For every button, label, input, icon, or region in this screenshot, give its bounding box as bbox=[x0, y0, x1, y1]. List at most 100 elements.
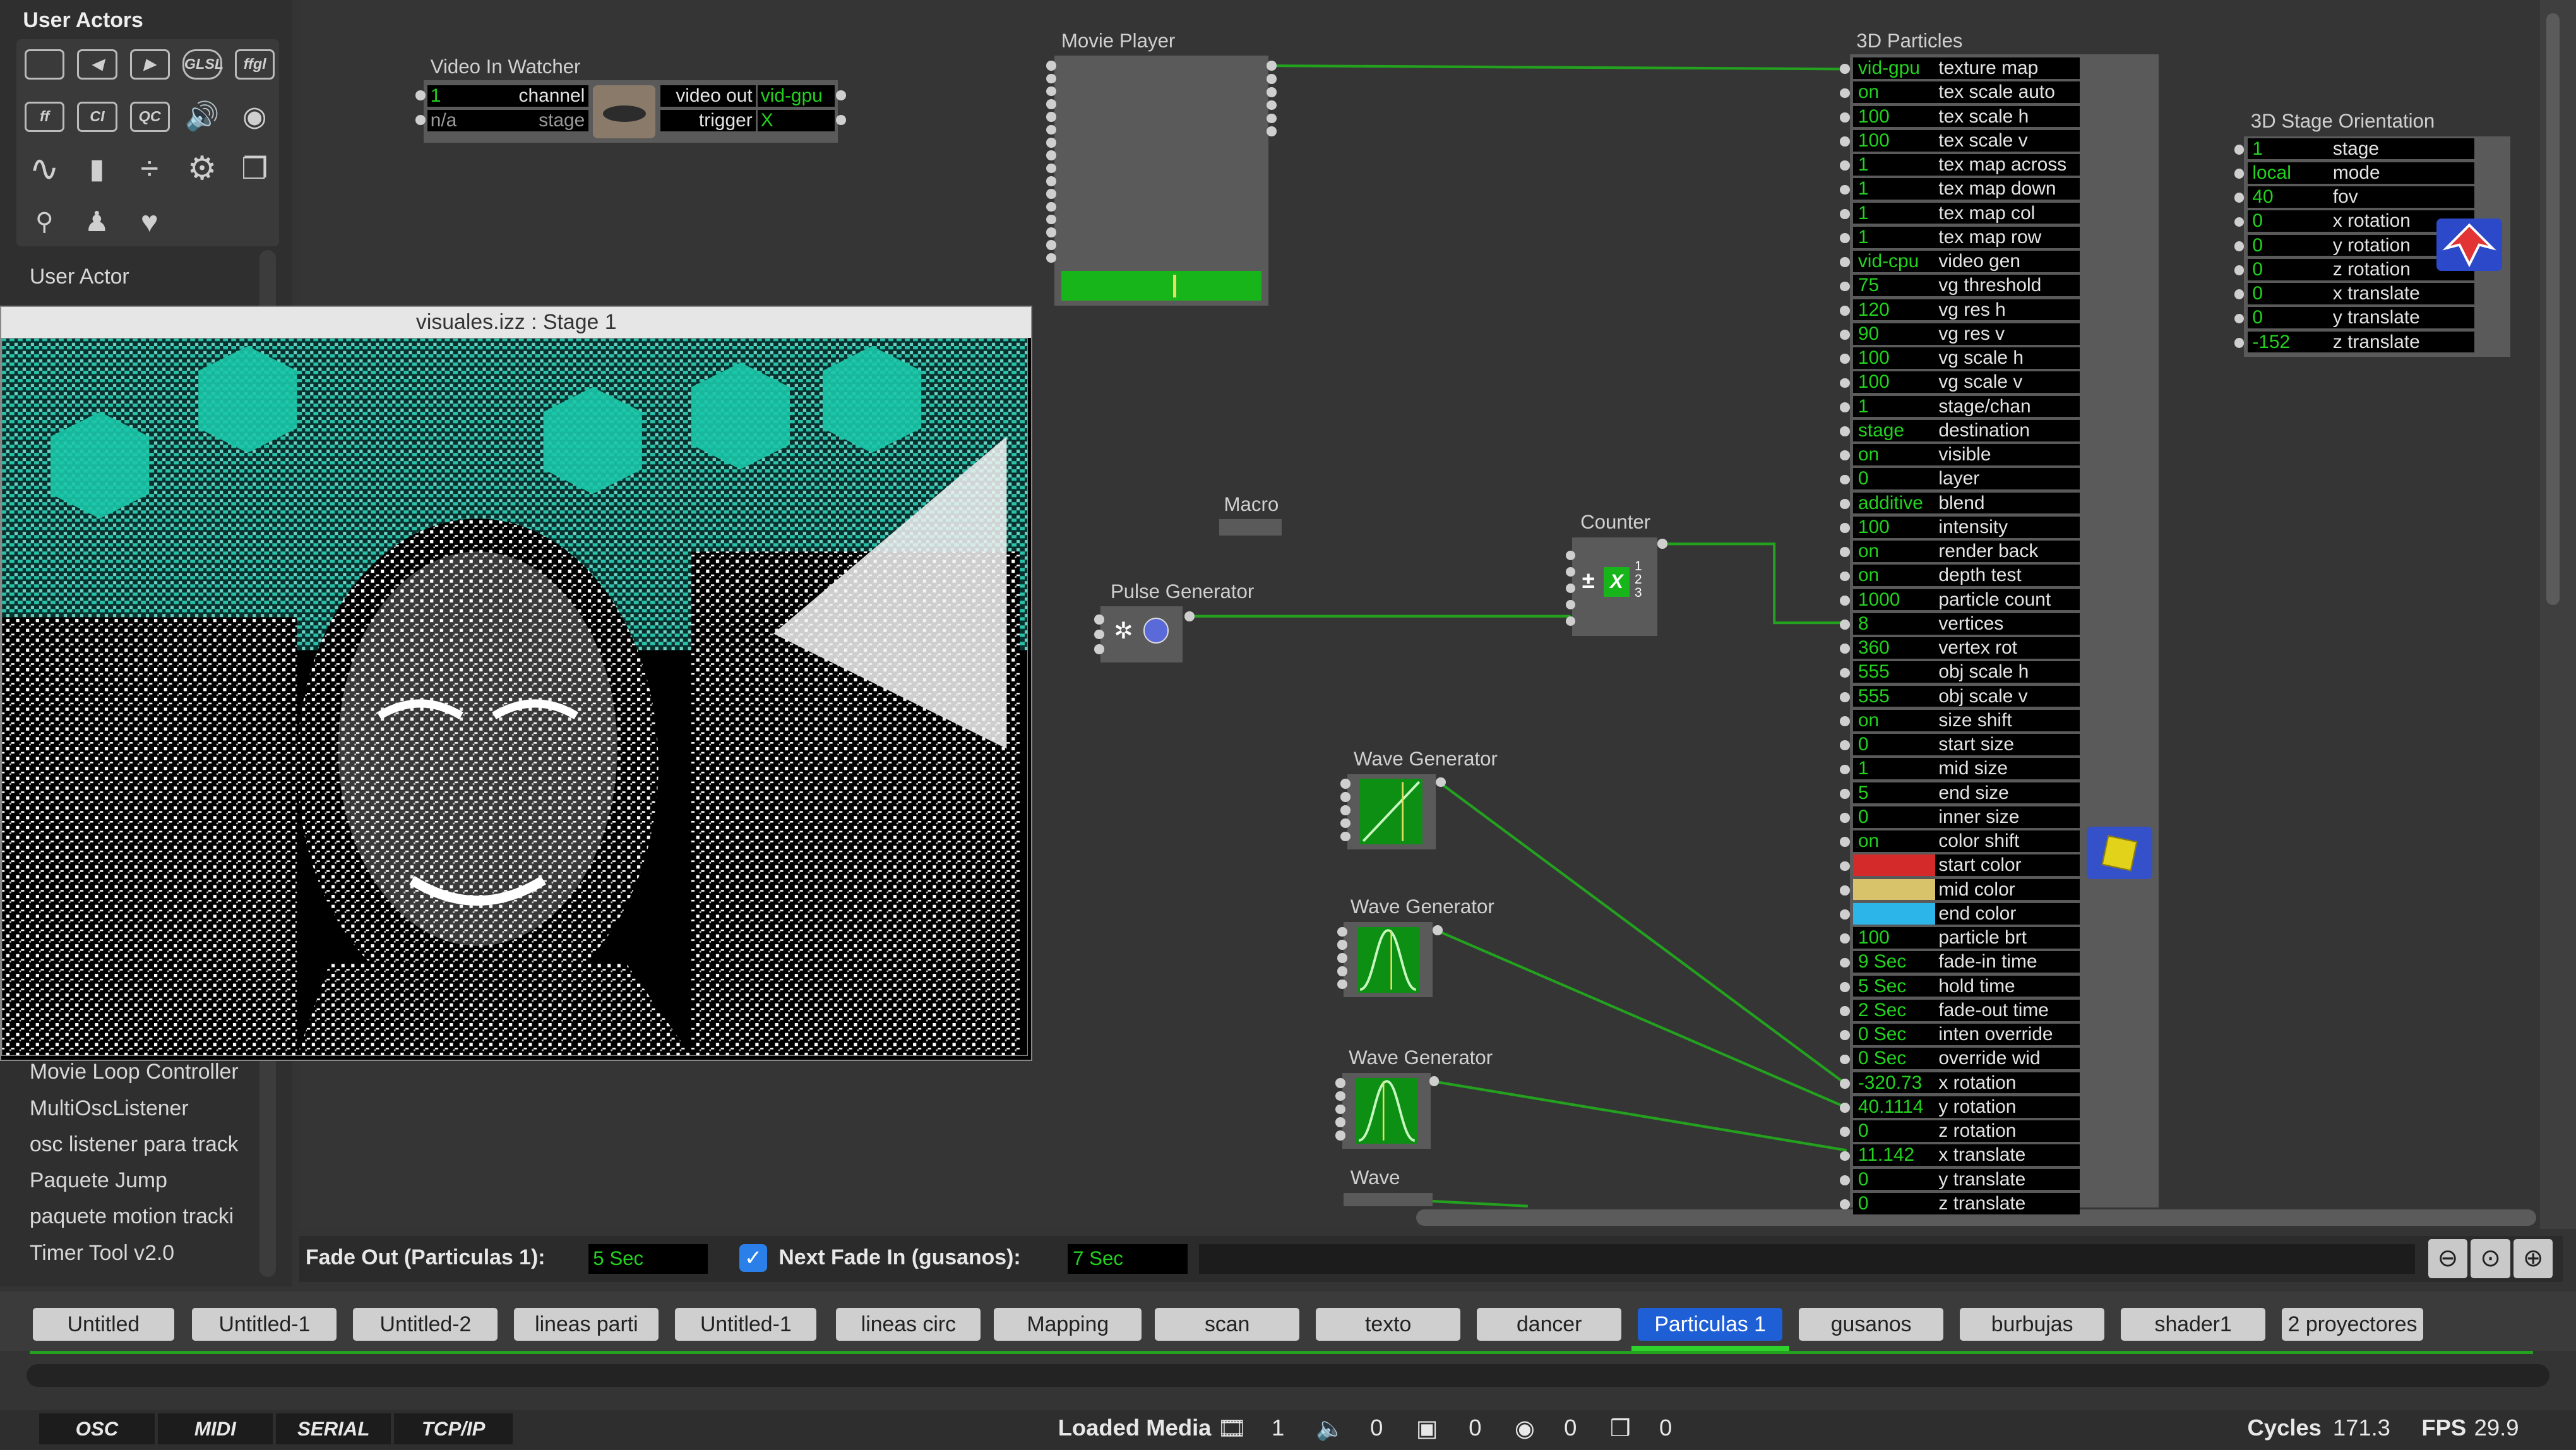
input-port[interactable] bbox=[1840, 136, 1850, 147]
orientation-param-value[interactable]: local bbox=[2247, 162, 2332, 184]
output-port[interactable] bbox=[1267, 100, 1277, 111]
input-port[interactable] bbox=[1046, 176, 1057, 186]
input-port[interactable] bbox=[1840, 571, 1850, 582]
orientation-param-value[interactable]: 0 bbox=[2247, 210, 2332, 232]
input-port[interactable] bbox=[1840, 208, 1850, 219]
input-port[interactable] bbox=[1840, 764, 1850, 775]
input-port[interactable] bbox=[1840, 1006, 1850, 1016]
library-item[interactable]: Timer Tool v2.0 bbox=[30, 1241, 174, 1266]
input-port[interactable] bbox=[1046, 150, 1057, 160]
input-port[interactable] bbox=[2234, 193, 2245, 203]
wave-generator-actor[interactable] bbox=[1347, 774, 1436, 850]
input-port[interactable] bbox=[1840, 305, 1850, 316]
input-port[interactable] bbox=[1335, 1077, 1346, 1088]
input-port[interactable] bbox=[1840, 426, 1850, 436]
scene-tab[interactable]: 2 proyectores bbox=[2282, 1308, 2423, 1341]
scene-tab[interactable]: scan bbox=[1155, 1308, 1300, 1341]
osc-button[interactable]: OSC bbox=[39, 1413, 155, 1445]
zoom-reset-icon[interactable]: ⊙ bbox=[2471, 1238, 2510, 1279]
particle-param-value[interactable]: on bbox=[1853, 565, 1937, 587]
output-port[interactable] bbox=[1267, 74, 1277, 84]
input-port[interactable] bbox=[1046, 189, 1057, 199]
input-port[interactable] bbox=[1840, 1127, 1850, 1137]
fade-out-value[interactable]: 5 Sec bbox=[588, 1243, 708, 1274]
zoom-out-icon[interactable]: ⊖ bbox=[2428, 1238, 2468, 1279]
input-port[interactable] bbox=[1094, 629, 1104, 640]
input-port[interactable] bbox=[1840, 1175, 1850, 1185]
scene-tab[interactable]: lineas circ bbox=[836, 1308, 981, 1341]
input-port[interactable] bbox=[1046, 73, 1057, 84]
input-port[interactable] bbox=[1340, 831, 1351, 842]
next-fade-checkbox[interactable]: ✓ bbox=[739, 1243, 768, 1272]
wave-generator-actor[interactable] bbox=[1344, 921, 1433, 998]
movie-position-bar[interactable] bbox=[1061, 271, 1262, 301]
input-port[interactable] bbox=[1840, 378, 1850, 388]
particle-param-value[interactable]: 100 bbox=[1853, 105, 1937, 128]
input-port[interactable] bbox=[1840, 813, 1850, 823]
input-port[interactable] bbox=[1340, 805, 1351, 815]
input-port[interactable] bbox=[1840, 620, 1850, 630]
particle-param-value[interactable]: 100 bbox=[1853, 371, 1937, 393]
input-port[interactable] bbox=[1340, 818, 1351, 829]
input-port[interactable] bbox=[1840, 402, 1850, 412]
input-port[interactable] bbox=[1337, 940, 1347, 950]
input-port[interactable] bbox=[2234, 144, 2245, 155]
input-port[interactable] bbox=[1046, 227, 1057, 237]
scene-tab[interactable]: Mapping bbox=[994, 1308, 1142, 1341]
particle-param-value[interactable]: 2 Sec bbox=[1853, 999, 1937, 1021]
particle-param-value[interactable]: 1 bbox=[1853, 395, 1937, 417]
input-port[interactable] bbox=[2234, 313, 2245, 324]
input-port[interactable] bbox=[1046, 138, 1057, 148]
macro-actor[interactable] bbox=[1219, 519, 1282, 536]
input-port[interactable] bbox=[1840, 957, 1850, 968]
particle-param-value[interactable]: 90 bbox=[1853, 323, 1937, 345]
particle-param-value[interactable]: 1 bbox=[1853, 202, 1937, 224]
input-port[interactable] bbox=[1840, 184, 1850, 195]
orientation-param-value[interactable]: 0 bbox=[2247, 283, 2332, 304]
input-port[interactable] bbox=[1840, 354, 1850, 364]
input-port[interactable] bbox=[1335, 1104, 1346, 1115]
output-port[interactable] bbox=[836, 115, 847, 125]
input-port[interactable] bbox=[1337, 966, 1347, 976]
orientation-param-value[interactable]: 0 bbox=[2247, 234, 2332, 256]
midi-button[interactable]: MIDI bbox=[157, 1413, 273, 1445]
input-port[interactable] bbox=[1046, 240, 1057, 251]
output-port[interactable] bbox=[1436, 777, 1446, 788]
particle-param-value[interactable]: on bbox=[1853, 830, 1937, 852]
particle-param-value[interactable]: -320.73 bbox=[1853, 1072, 1937, 1094]
orientation-param-value[interactable]: 0 bbox=[2247, 258, 2332, 280]
input-port[interactable] bbox=[2234, 337, 2245, 348]
particle-param-value[interactable]: 100 bbox=[1853, 129, 1937, 152]
particle-param-value[interactable]: on bbox=[1853, 81, 1937, 104]
input-port[interactable] bbox=[2234, 217, 2245, 227]
scene-tabs-scrollbar[interactable] bbox=[26, 1363, 2550, 1387]
orientation-param-value[interactable]: 1 bbox=[2247, 138, 2332, 160]
input-port[interactable] bbox=[1337, 979, 1347, 990]
particle-param-value[interactable] bbox=[1853, 854, 1937, 877]
particle-param-value[interactable]: 100 bbox=[1853, 927, 1937, 949]
input-port[interactable] bbox=[1340, 792, 1351, 802]
input-port[interactable] bbox=[1840, 330, 1850, 340]
particle-param-value[interactable]: 1 bbox=[1853, 178, 1937, 200]
particle-param-value[interactable] bbox=[1853, 878, 1937, 901]
input-port[interactable] bbox=[1840, 233, 1850, 243]
scene-tab[interactable]: Untitled bbox=[33, 1308, 174, 1341]
particle-param-value[interactable]: 5 bbox=[1853, 782, 1937, 804]
input-port[interactable] bbox=[1335, 1117, 1346, 1127]
input-port[interactable] bbox=[1840, 885, 1850, 896]
particle-param-value[interactable]: on bbox=[1853, 709, 1937, 731]
scene-tab[interactable]: lineas parti bbox=[514, 1308, 659, 1341]
particle-param-value[interactable] bbox=[1853, 902, 1937, 925]
input-port[interactable] bbox=[1840, 160, 1850, 171]
scene-tab[interactable]: Particulas 1 bbox=[1638, 1308, 1783, 1341]
orientation-param-value[interactable]: 40 bbox=[2247, 186, 2332, 208]
particle-param-value[interactable]: 0 Sec bbox=[1853, 1048, 1937, 1070]
input-port[interactable] bbox=[1840, 1151, 1850, 1161]
input-port[interactable] bbox=[1340, 779, 1351, 789]
input-port[interactable] bbox=[1840, 644, 1850, 654]
serial-button[interactable]: SERIAL bbox=[276, 1413, 391, 1445]
input-port[interactable] bbox=[1840, 837, 1850, 848]
input-port[interactable] bbox=[1335, 1130, 1346, 1141]
particle-param-value[interactable]: 1 bbox=[1853, 226, 1937, 248]
particle-param-value[interactable]: 100 bbox=[1853, 347, 1937, 369]
